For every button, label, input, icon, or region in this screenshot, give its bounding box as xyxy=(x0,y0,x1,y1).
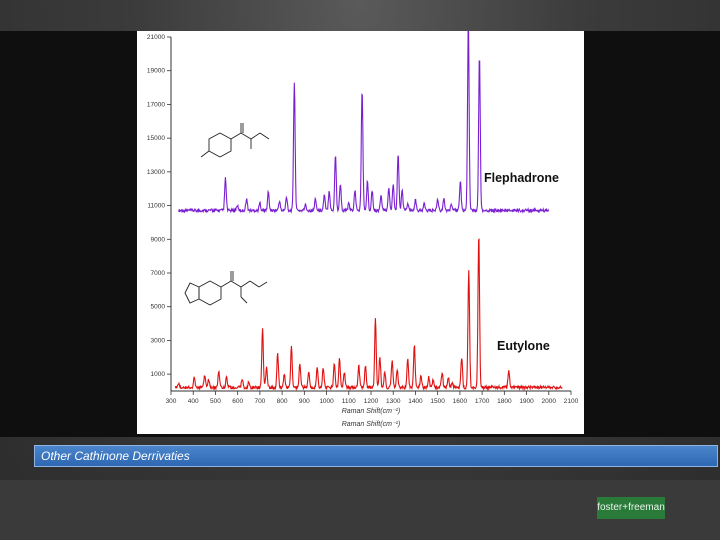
y-tick-label: 11000 xyxy=(147,203,165,210)
raman-chart: 300 400 500 600 700 800 900 1000 1100 1200 1300 140… xyxy=(147,31,579,428)
y-tick-label: 7000 xyxy=(151,270,166,277)
y-tick-label: 15000 xyxy=(147,135,165,142)
x-tick-label: 600 xyxy=(232,398,243,405)
y-tick-label: 9000 xyxy=(151,236,166,243)
y-tick-label: 19000 xyxy=(147,68,165,75)
annotation-flephadrone: Flephadrone xyxy=(484,171,559,185)
caption-bar: Other Cathinone Derrivaties xyxy=(34,445,718,467)
x-tick-label: 300 xyxy=(166,398,177,405)
slide-caption: Other Cathinone Derrivaties xyxy=(41,449,190,463)
x-tick-label: 1700 xyxy=(475,398,490,405)
x-tick-label: 1900 xyxy=(519,398,534,405)
y-tick-label: 17000 xyxy=(147,101,165,108)
chart-axes xyxy=(170,37,571,392)
x-tick-label: 1300 xyxy=(386,398,401,405)
chart-ticks: 300 400 500 600 700 800 900 1000 1100 1200 1300 140… xyxy=(147,34,579,428)
x-tick-label: 1000 xyxy=(319,398,334,405)
x-tick-label: 1200 xyxy=(364,398,379,405)
series-annotations: Flephadrone Eutylone xyxy=(484,171,559,353)
y-tick-label: 5000 xyxy=(151,304,166,311)
x-tick-label: 2100 xyxy=(564,398,579,405)
x-axis-label: Raman Shift(cm⁻¹) xyxy=(342,408,401,415)
x-tick-label: 800 xyxy=(277,398,288,405)
raman-spectrum-figure: 300 400 500 600 700 800 900 1000 1100 1200 1300 140… xyxy=(137,31,584,434)
x-tick-label: 1600 xyxy=(453,398,468,405)
spectrum-series xyxy=(174,31,563,392)
foster-freeman-logo: foster+freeman xyxy=(597,497,665,519)
y-tick-label: 21000 xyxy=(147,34,165,41)
series-line-eutylone xyxy=(174,237,563,392)
flephadrone-structure-drawing xyxy=(200,123,270,158)
chemical-structures xyxy=(184,123,270,306)
x-tick-label: 1800 xyxy=(497,398,512,405)
x-tick-label: 500 xyxy=(210,398,221,405)
x-axis-label-secondary: Raman Shift(cm⁻¹) xyxy=(342,421,401,428)
y-tick-label: 3000 xyxy=(151,337,166,344)
x-tick-label: 900 xyxy=(299,398,310,405)
x-tick-label: 1400 xyxy=(408,398,423,405)
x-tick-label: 700 xyxy=(254,398,265,405)
x-tick-label: 2000 xyxy=(542,398,557,405)
eutylone-structure-drawing xyxy=(184,271,268,306)
y-tick-label: 13000 xyxy=(147,169,165,176)
annotation-eutylone: Eutylone xyxy=(497,339,550,353)
y-tick-label: 1000 xyxy=(151,371,166,378)
x-tick-label: 1100 xyxy=(342,398,356,405)
x-tick-label: 400 xyxy=(188,398,199,405)
x-tick-label: 1500 xyxy=(430,398,445,405)
